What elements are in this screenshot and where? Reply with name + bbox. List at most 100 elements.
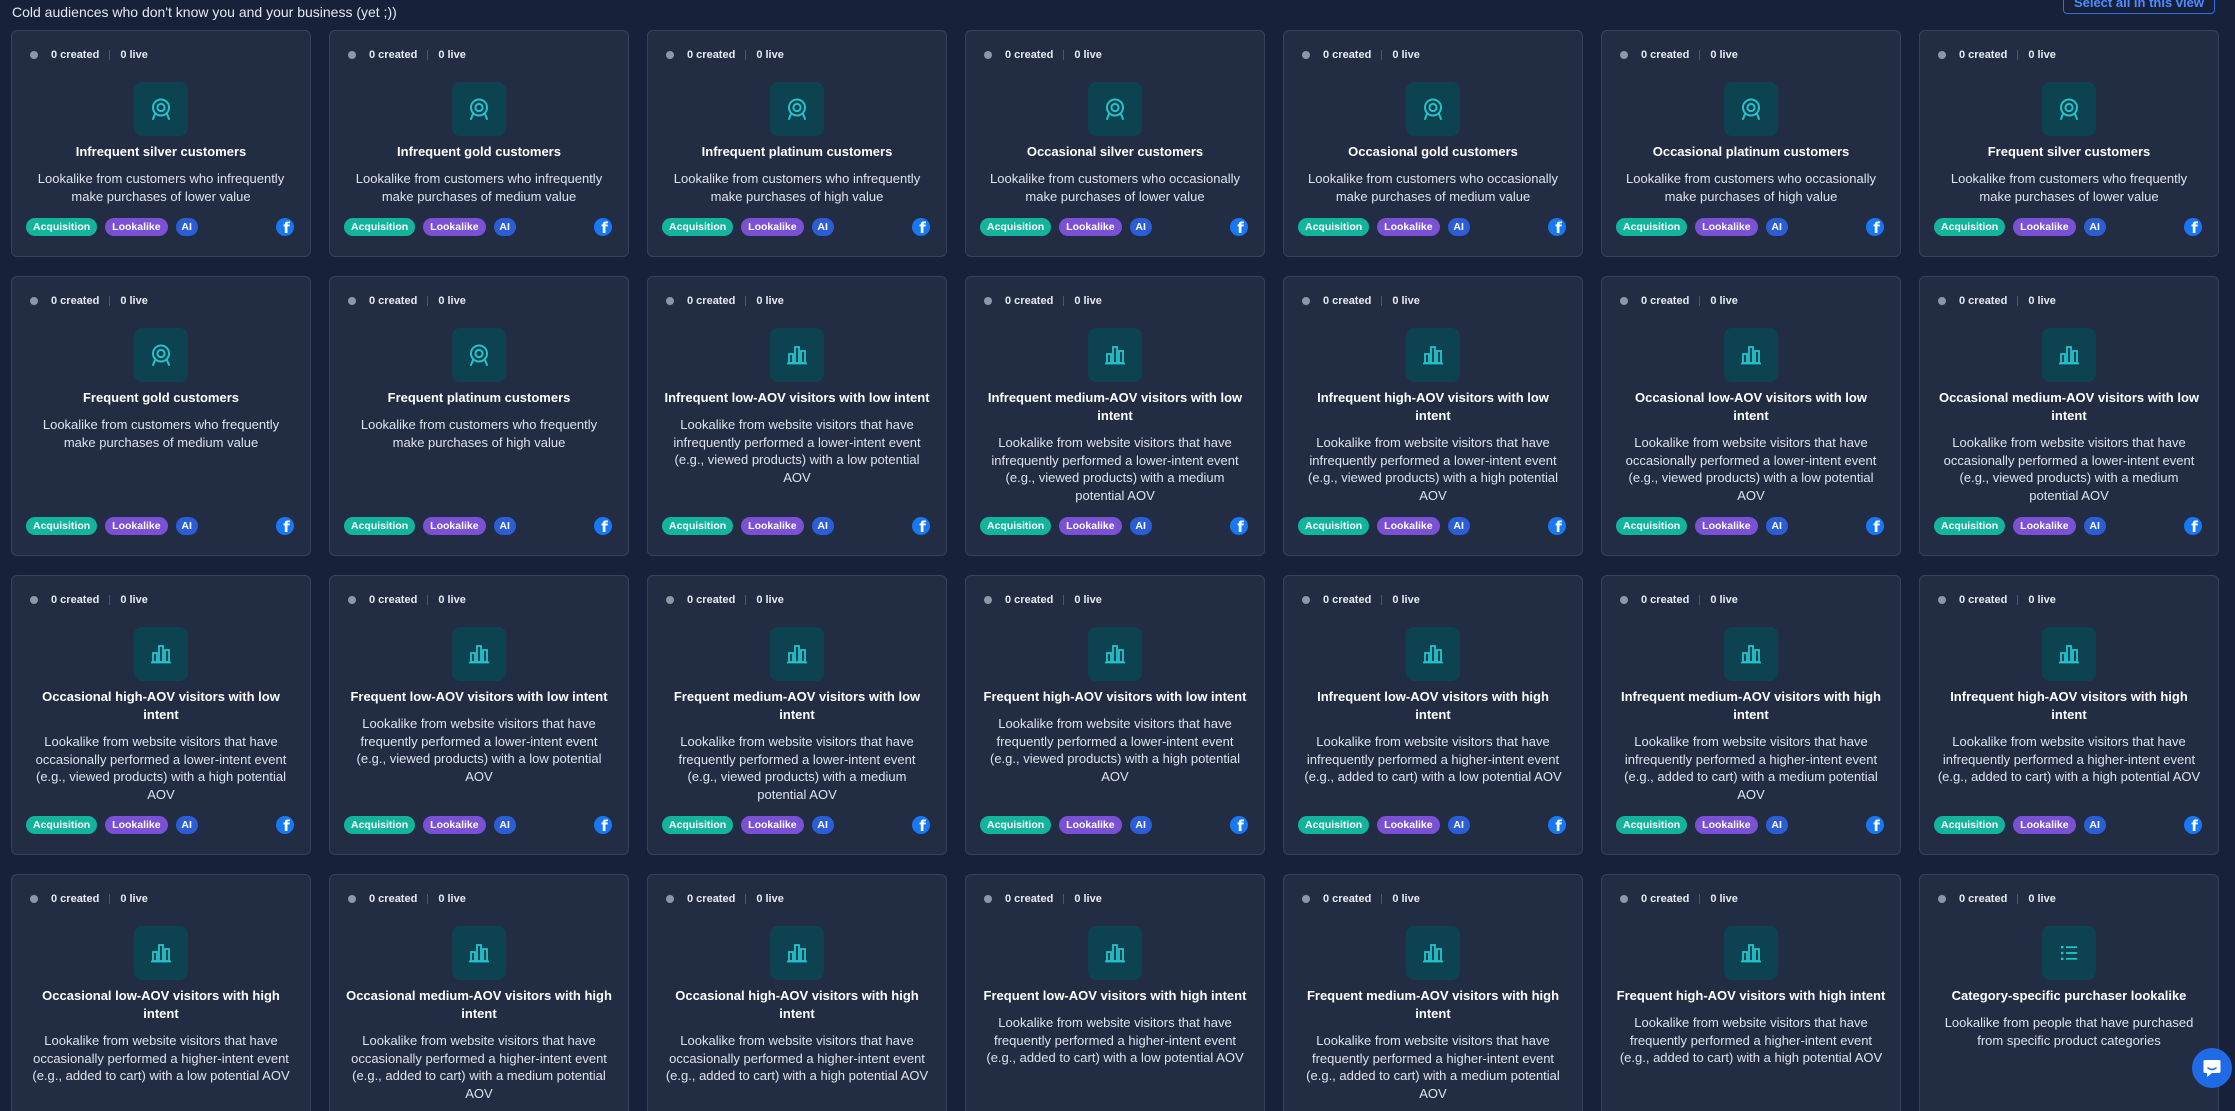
stats-divider	[427, 894, 429, 904]
audience-card[interactable]: 0 created 0 live Frequent high-AOV visitor…	[1601, 874, 1901, 1111]
facebook-icon: f	[594, 517, 612, 535]
created-count: 0 created	[51, 295, 100, 307]
card-tags: Acquisition Lookalike AI	[26, 816, 206, 834]
card-title-block: Frequent medium-AOV visitors with low in…	[662, 688, 932, 803]
card-title-block: Occasional platinum customers Lookalike f…	[1616, 143, 1886, 205]
select-all-button[interactable]: Select all in this view	[2062, 0, 2215, 14]
target-icon	[2042, 82, 2096, 136]
audience-card[interactable]: 0 created 0 live Infrequent gold customers…	[329, 30, 629, 257]
created-count: 0 created	[1005, 49, 1054, 61]
card-title-block: Infrequent low-AOV visitors with high in…	[1298, 688, 1568, 786]
bar-chart-icon	[452, 627, 506, 681]
live-count: 0 live	[1710, 295, 1738, 307]
bar-chart-icon	[1406, 926, 1460, 980]
status-dot	[348, 51, 356, 59]
audience-card[interactable]: 0 created 0 live Occasional low-AOV visito…	[1601, 276, 1901, 556]
card-title: Frequent medium-AOV visitors with high i…	[1306, 988, 1560, 1021]
created-count: 0 created	[1005, 594, 1054, 606]
created-count: 0 created	[687, 295, 736, 307]
audience-card[interactable]: 0 created 0 live Occasional high-AOV visit…	[11, 575, 311, 855]
bar-chart-icon	[770, 926, 824, 980]
audience-card[interactable]: 0 created 0 live Infrequent platinum custo…	[647, 30, 947, 257]
tag-lookalike: Lookalike	[741, 218, 804, 236]
status-dot	[30, 895, 38, 903]
audience-card[interactable]: 0 created 0 live Occasional medium-AOV vis…	[1919, 276, 2219, 556]
card-tags: Acquisition Lookalike AI	[980, 816, 1160, 834]
live-count: 0 live	[120, 893, 148, 905]
audience-card[interactable]: 0 created 0 live Occasional high-AOV visit…	[647, 874, 947, 1111]
created-count: 0 created	[51, 893, 100, 905]
tag-acquisition: Acquisition	[344, 218, 416, 236]
created-count: 0 created	[1641, 49, 1690, 61]
status-dot	[30, 596, 38, 604]
audience-card[interactable]: 0 created 0 live Infrequent high-AOV visit…	[1283, 276, 1583, 556]
created-count: 0 created	[369, 893, 418, 905]
target-icon	[1406, 82, 1460, 136]
audience-card[interactable]: 0 created 0 live Infrequent low-AOV visito…	[1283, 575, 1583, 855]
audience-card[interactable]: 0 created 0 live Infrequent low-AOV visito…	[647, 276, 947, 556]
audience-card[interactable]: 0 created 0 live Occasional platinum custo…	[1601, 30, 1901, 257]
tag-acquisition: Acquisition	[662, 218, 734, 236]
section-title: Cold audiences who don't know you and yo…	[12, 4, 397, 20]
created-count: 0 created	[1959, 893, 2008, 905]
bar-chart-icon	[1724, 627, 1778, 681]
audience-card[interactable]: 0 created 0 live Infrequent silver custome…	[11, 30, 311, 257]
bar-chart-icon	[1724, 328, 1778, 382]
audience-card[interactable]: 0 created 0 live Frequent gold customers Lo…	[11, 276, 311, 556]
card-title: Frequent silver customers	[1987, 144, 2151, 159]
stats-divider	[1699, 50, 1701, 60]
tag-lookalike: Lookalike	[1695, 218, 1758, 236]
audience-card[interactable]: 0 created 0 live Occasional gold customers…	[1283, 30, 1583, 257]
bar-chart-icon	[134, 926, 188, 980]
created-count: 0 created	[1641, 893, 1690, 905]
live-count: 0 live	[2028, 295, 2056, 307]
card-title-block: Category-specific purchaser lookalike Loo…	[1934, 987, 2204, 1049]
status-dot	[30, 51, 38, 59]
card-title-block: Infrequent high-AOV visitors with low in…	[1298, 389, 1568, 504]
created-count: 0 created	[1641, 295, 1690, 307]
tag-lookalike: Lookalike	[2013, 517, 2076, 535]
audience-card[interactable]: 0 created 0 live Category-specific purchas…	[1919, 874, 2219, 1111]
audience-card[interactable]: 0 created 0 live Infrequent medium-AOV vis…	[965, 276, 1265, 556]
tag-ai: AI	[811, 816, 834, 834]
tag-ai: AI	[811, 218, 834, 236]
audience-card[interactable]: 0 created 0 live Frequent platinum custome…	[329, 276, 629, 556]
tag-ai: AI	[1129, 816, 1152, 834]
audience-card[interactable]: 0 created 0 live Occasional silver custome…	[965, 30, 1265, 257]
audience-card[interactable]: 0 created 0 live Occasional low-AOV visito…	[11, 874, 311, 1111]
card-title: Frequent low-AOV visitors with low inten…	[350, 689, 608, 704]
card-description: Lookalike from website visitors that hav…	[1304, 734, 1562, 784]
bar-chart-icon	[1724, 926, 1778, 980]
facebook-icon: f	[594, 218, 612, 236]
live-count: 0 live	[1074, 49, 1102, 61]
card-title: Occasional medium-AOV visitors with low …	[1938, 390, 2200, 423]
tag-ai: AI	[493, 517, 516, 535]
tag-ai: AI	[2083, 816, 2106, 834]
audience-card[interactable]: 0 created 0 live Frequent high-AOV visitor…	[965, 575, 1265, 855]
audience-card[interactable]: 0 created 0 live Infrequent high-AOV visit…	[1919, 575, 2219, 855]
card-title: Occasional gold customers	[1348, 144, 1518, 159]
tag-lookalike: Lookalike	[1695, 816, 1758, 834]
card-title-block: Infrequent silver customers Lookalike fro…	[26, 143, 296, 205]
live-count: 0 live	[438, 49, 466, 61]
status-dot	[1302, 596, 1310, 604]
audience-card[interactable]: 0 created 0 live Frequent low-AOV visitors…	[965, 874, 1265, 1111]
live-count: 0 live	[1392, 893, 1420, 905]
audience-card[interactable]: 0 created 0 live Frequent medium-AOV visit…	[1283, 874, 1583, 1111]
audience-card[interactable]: 0 created 0 live Frequent low-AOV visitors…	[329, 575, 629, 855]
status-dot	[348, 297, 356, 305]
chat-launcher-button[interactable]	[2192, 1048, 2232, 1088]
audience-card[interactable]: 0 created 0 live Occasional medium-AOV vis…	[329, 874, 629, 1111]
tag-acquisition: Acquisition	[344, 517, 416, 535]
bar-chart-icon	[770, 627, 824, 681]
target-icon	[134, 82, 188, 136]
audience-card[interactable]: 0 created 0 live Frequent medium-AOV visit…	[647, 575, 947, 855]
created-count: 0 created	[1323, 893, 1372, 905]
stats-divider	[1699, 296, 1701, 306]
audience-card[interactable]: 0 created 0 live Frequent silver customers…	[1919, 30, 2219, 257]
card-description: Lookalike from customers who infrequentl…	[355, 171, 603, 204]
created-count: 0 created	[1959, 295, 2008, 307]
card-description: Lookalike from customers who frequently …	[1950, 171, 2188, 204]
stats-divider	[2017, 595, 2019, 605]
audience-card[interactable]: 0 created 0 live Infrequent medium-AOV vis…	[1601, 575, 1901, 855]
